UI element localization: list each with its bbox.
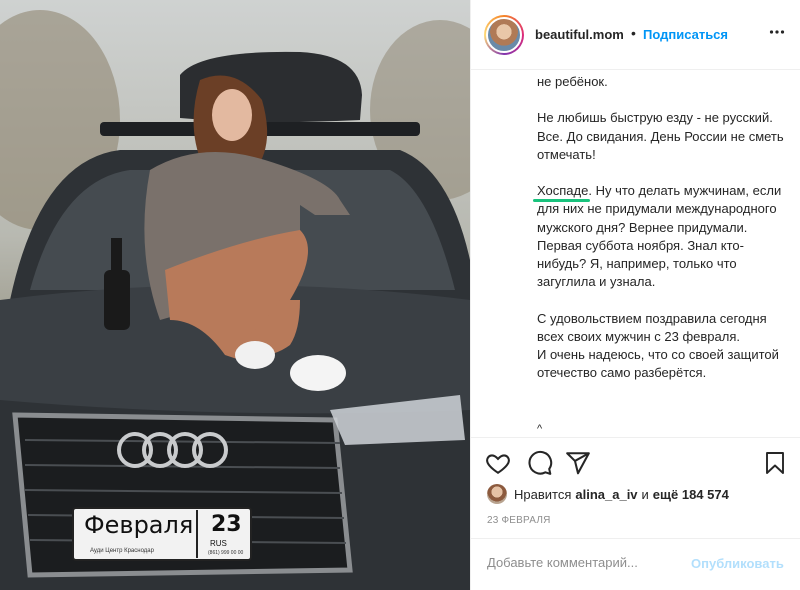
follow-button[interactable]: Подписаться	[643, 27, 728, 42]
highlight-underline	[533, 199, 590, 202]
likes-count-link[interactable]: ещё 184 574	[653, 487, 729, 502]
photo-illustration	[0, 10, 470, 590]
liker-avatar[interactable]	[487, 484, 507, 504]
likes-conjunction: и	[641, 486, 649, 502]
post-date[interactable]: 23 ФЕВРАЛЯ	[487, 515, 551, 526]
separator-dot: •	[631, 25, 636, 41]
liker-link[interactable]: alina_a_iv	[575, 487, 637, 502]
plate-phone: (861) 999 00 00	[208, 550, 244, 556]
caret-up-icon: ^	[537, 423, 543, 435]
avatar[interactable]	[484, 15, 524, 55]
heart-icon[interactable]	[485, 450, 511, 476]
action-bar	[471, 437, 800, 487]
likes-prefix: Нравится	[514, 486, 572, 502]
post-header: beautiful.mom • Подписаться	[471, 0, 800, 70]
plate-dealer: Ауди Центр Краснодар	[90, 548, 154, 554]
likes-row: Нравится alina_a_iv и ещё 184 574	[487, 484, 729, 504]
post-photo[interactable]: Февраля 23 RUS Ауди Центр Краснодар (861…	[0, 0, 470, 590]
comment-input[interactable]	[487, 555, 687, 570]
post-panel: beautiful.mom • Подписаться не ребёнок. …	[470, 0, 800, 590]
plate-number: 23	[211, 512, 242, 537]
comment-icon[interactable]	[527, 450, 553, 476]
username-link[interactable]: beautiful.mom	[535, 27, 624, 42]
plate-text: Февраля	[84, 511, 194, 539]
comment-bar: Опубликовать	[471, 538, 800, 590]
plate-region: RUS	[210, 539, 227, 548]
more-icon[interactable]	[769, 24, 785, 45]
caption-scroll[interactable]: не ребёнок. Не любишь быструю езду - не …	[471, 71, 800, 437]
bookmark-icon[interactable]	[763, 450, 787, 476]
share-icon[interactable]	[565, 450, 591, 476]
publish-button[interactable]: Опубликовать	[691, 556, 784, 571]
caption-text: не ребёнок. Не любишь быструю езду - не …	[537, 74, 784, 381]
